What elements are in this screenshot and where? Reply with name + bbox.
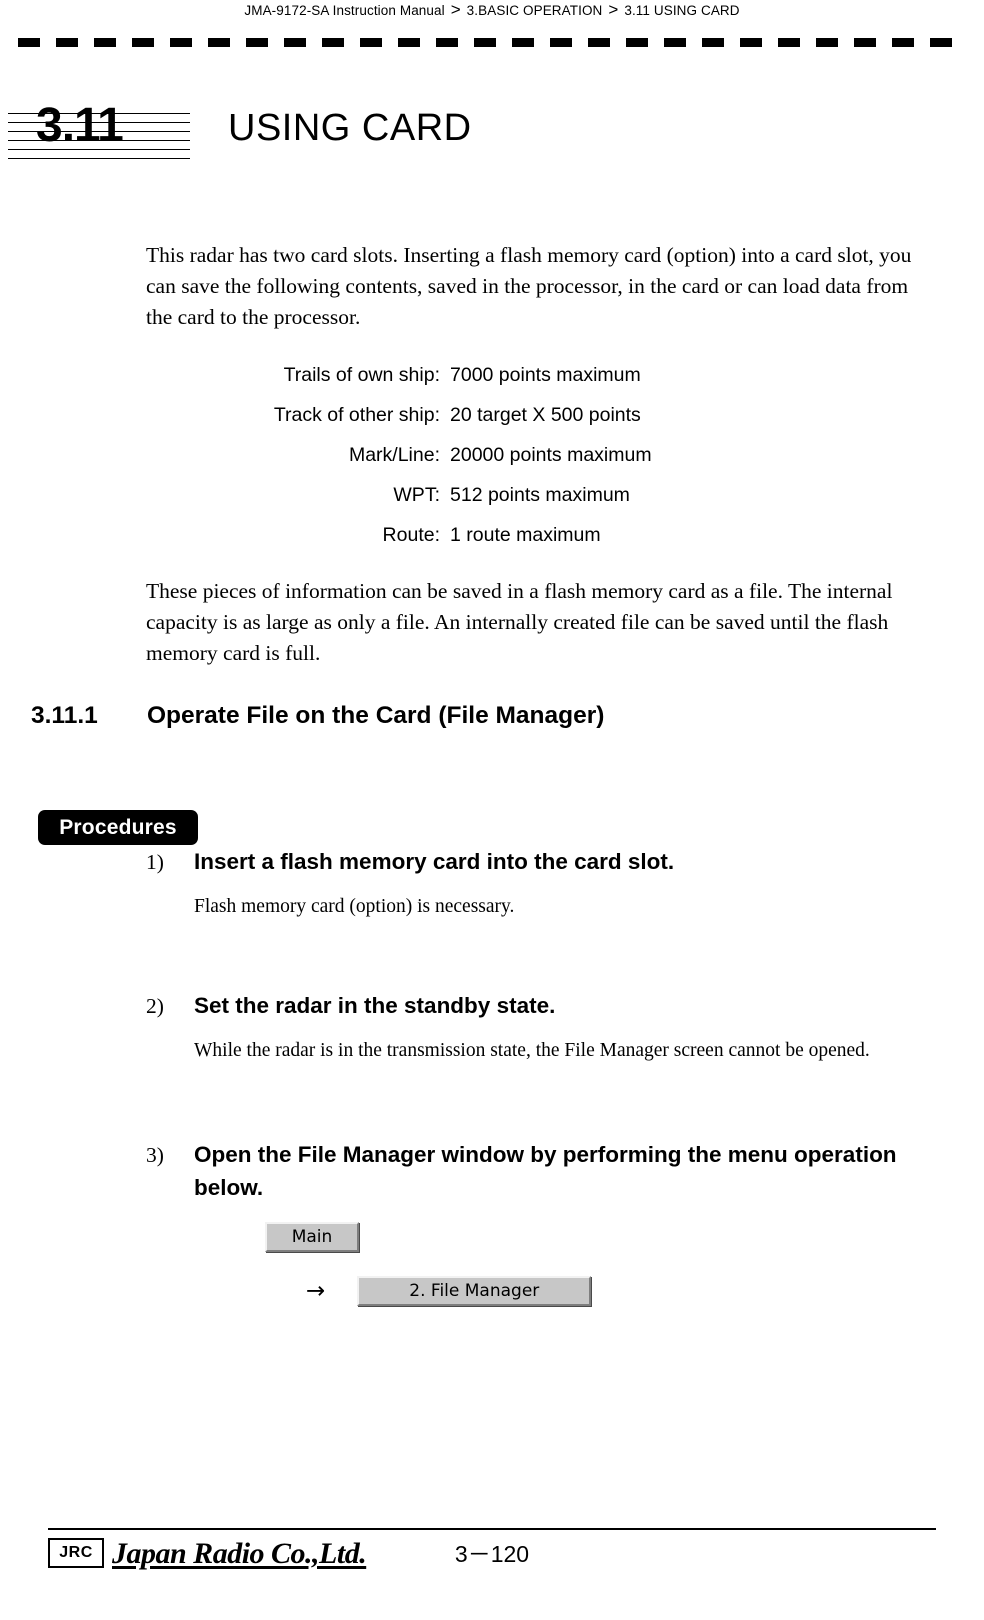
menu-operation-flow: Main → 2. File Manager [146, 1222, 936, 1306]
page-footer: JRC Japan Radio Co.,Ltd. 3－120 [0, 1528, 984, 1594]
procedures-badge: Procedures [38, 810, 198, 845]
step-title: Insert a flash memory card into the card… [194, 849, 675, 874]
main-menu-button[interactable]: Main [265, 1222, 359, 1252]
spec-label: Track of other ship: [273, 403, 440, 426]
spec-value: 20000 points maximum [450, 443, 652, 466]
spec-value: 7000 points maximum [450, 363, 641, 386]
table-row: Trails of own ship: 7000 points maximum [146, 355, 846, 395]
header-section-name: 3.11 USING CARD [624, 2, 740, 18]
step-number: 3) [146, 1143, 164, 1167]
step-headline: 1) Insert a flash memory card into the c… [146, 845, 936, 878]
spec-value: 512 points maximum [450, 483, 630, 506]
page-title: USING CARD [228, 107, 472, 149]
table-row: Mark/Line: 20000 points maximum [146, 435, 846, 475]
spec-value: 20 target X 500 points [450, 403, 641, 426]
step-headline: 2) Set the radar in the standby state. [146, 989, 936, 1022]
section-heading-text: Operate File on the Card (File Manager) [147, 702, 605, 729]
section-heading-number: 3.11.1 [31, 702, 98, 729]
header-chapter-name: 3.BASIC OPERATION [466, 2, 603, 18]
step-number: 1) [146, 850, 164, 874]
procedure-step: 2) Set the radar in the standby state. W… [146, 989, 936, 1065]
header-separator-2: > [608, 0, 619, 19]
chapter-number-badge: 3.11 [8, 96, 190, 162]
spec-value: 1 route maximum [450, 523, 601, 546]
spec-label: Route: [382, 523, 440, 546]
page-running-header: JMA-9172-SA Instruction Manual > 3.BASIC… [0, 0, 984, 20]
header-manual-name: JMA-9172-SA Instruction Manual [244, 2, 445, 18]
section-heading: 3.11.1 Operate File on the Card (File Ma… [31, 700, 931, 732]
capacity-paragraph: These pieces of information can be saved… [146, 579, 893, 665]
footer-divider [48, 1528, 936, 1530]
header-separator-1: > [450, 0, 461, 19]
chapter-title-block: 3.11 USING CARD [0, 96, 984, 168]
main-button-row: Main [146, 1222, 936, 1254]
file-manager-menu-button[interactable]: 2. File Manager [357, 1276, 592, 1306]
step-title: Open the File Manager window by performi… [194, 1142, 897, 1200]
chapter-number: 3.11 [36, 99, 124, 152]
capacity-spec-table: Trails of own ship: 7000 points maximum … [146, 355, 846, 555]
table-row: Track of other ship: 20 target X 500 poi… [146, 395, 846, 435]
procedure-step: 1) Insert a flash memory card into the c… [146, 845, 936, 921]
right-arrow-icon: → [306, 1278, 326, 1304]
spec-label: Mark/Line: [348, 443, 440, 466]
procedure-step: 3) Open the File Manager window by perfo… [146, 1138, 936, 1204]
step-number: 2) [146, 994, 164, 1018]
intro-paragraph: This radar has two card slots. Inserting… [146, 243, 912, 329]
table-row: Route: 1 route maximum [146, 515, 846, 555]
step-body: While the radar is in the transmission s… [194, 1040, 870, 1061]
page-number: 3－120 [454, 1541, 530, 1567]
header-dashed-rule [18, 38, 966, 47]
step-body: Flash memory card (option) is necessary. [194, 896, 515, 917]
step-title: Set the radar in the standby state. [194, 993, 556, 1018]
spec-label: WPT: [393, 483, 440, 506]
table-row: WPT: 512 points maximum [146, 475, 846, 515]
file-manager-button-row: → 2. File Manager [146, 1276, 936, 1306]
spec-label: Trails of own ship: [283, 363, 440, 386]
step-headline: 3) Open the File Manager window by perfo… [146, 1138, 936, 1204]
